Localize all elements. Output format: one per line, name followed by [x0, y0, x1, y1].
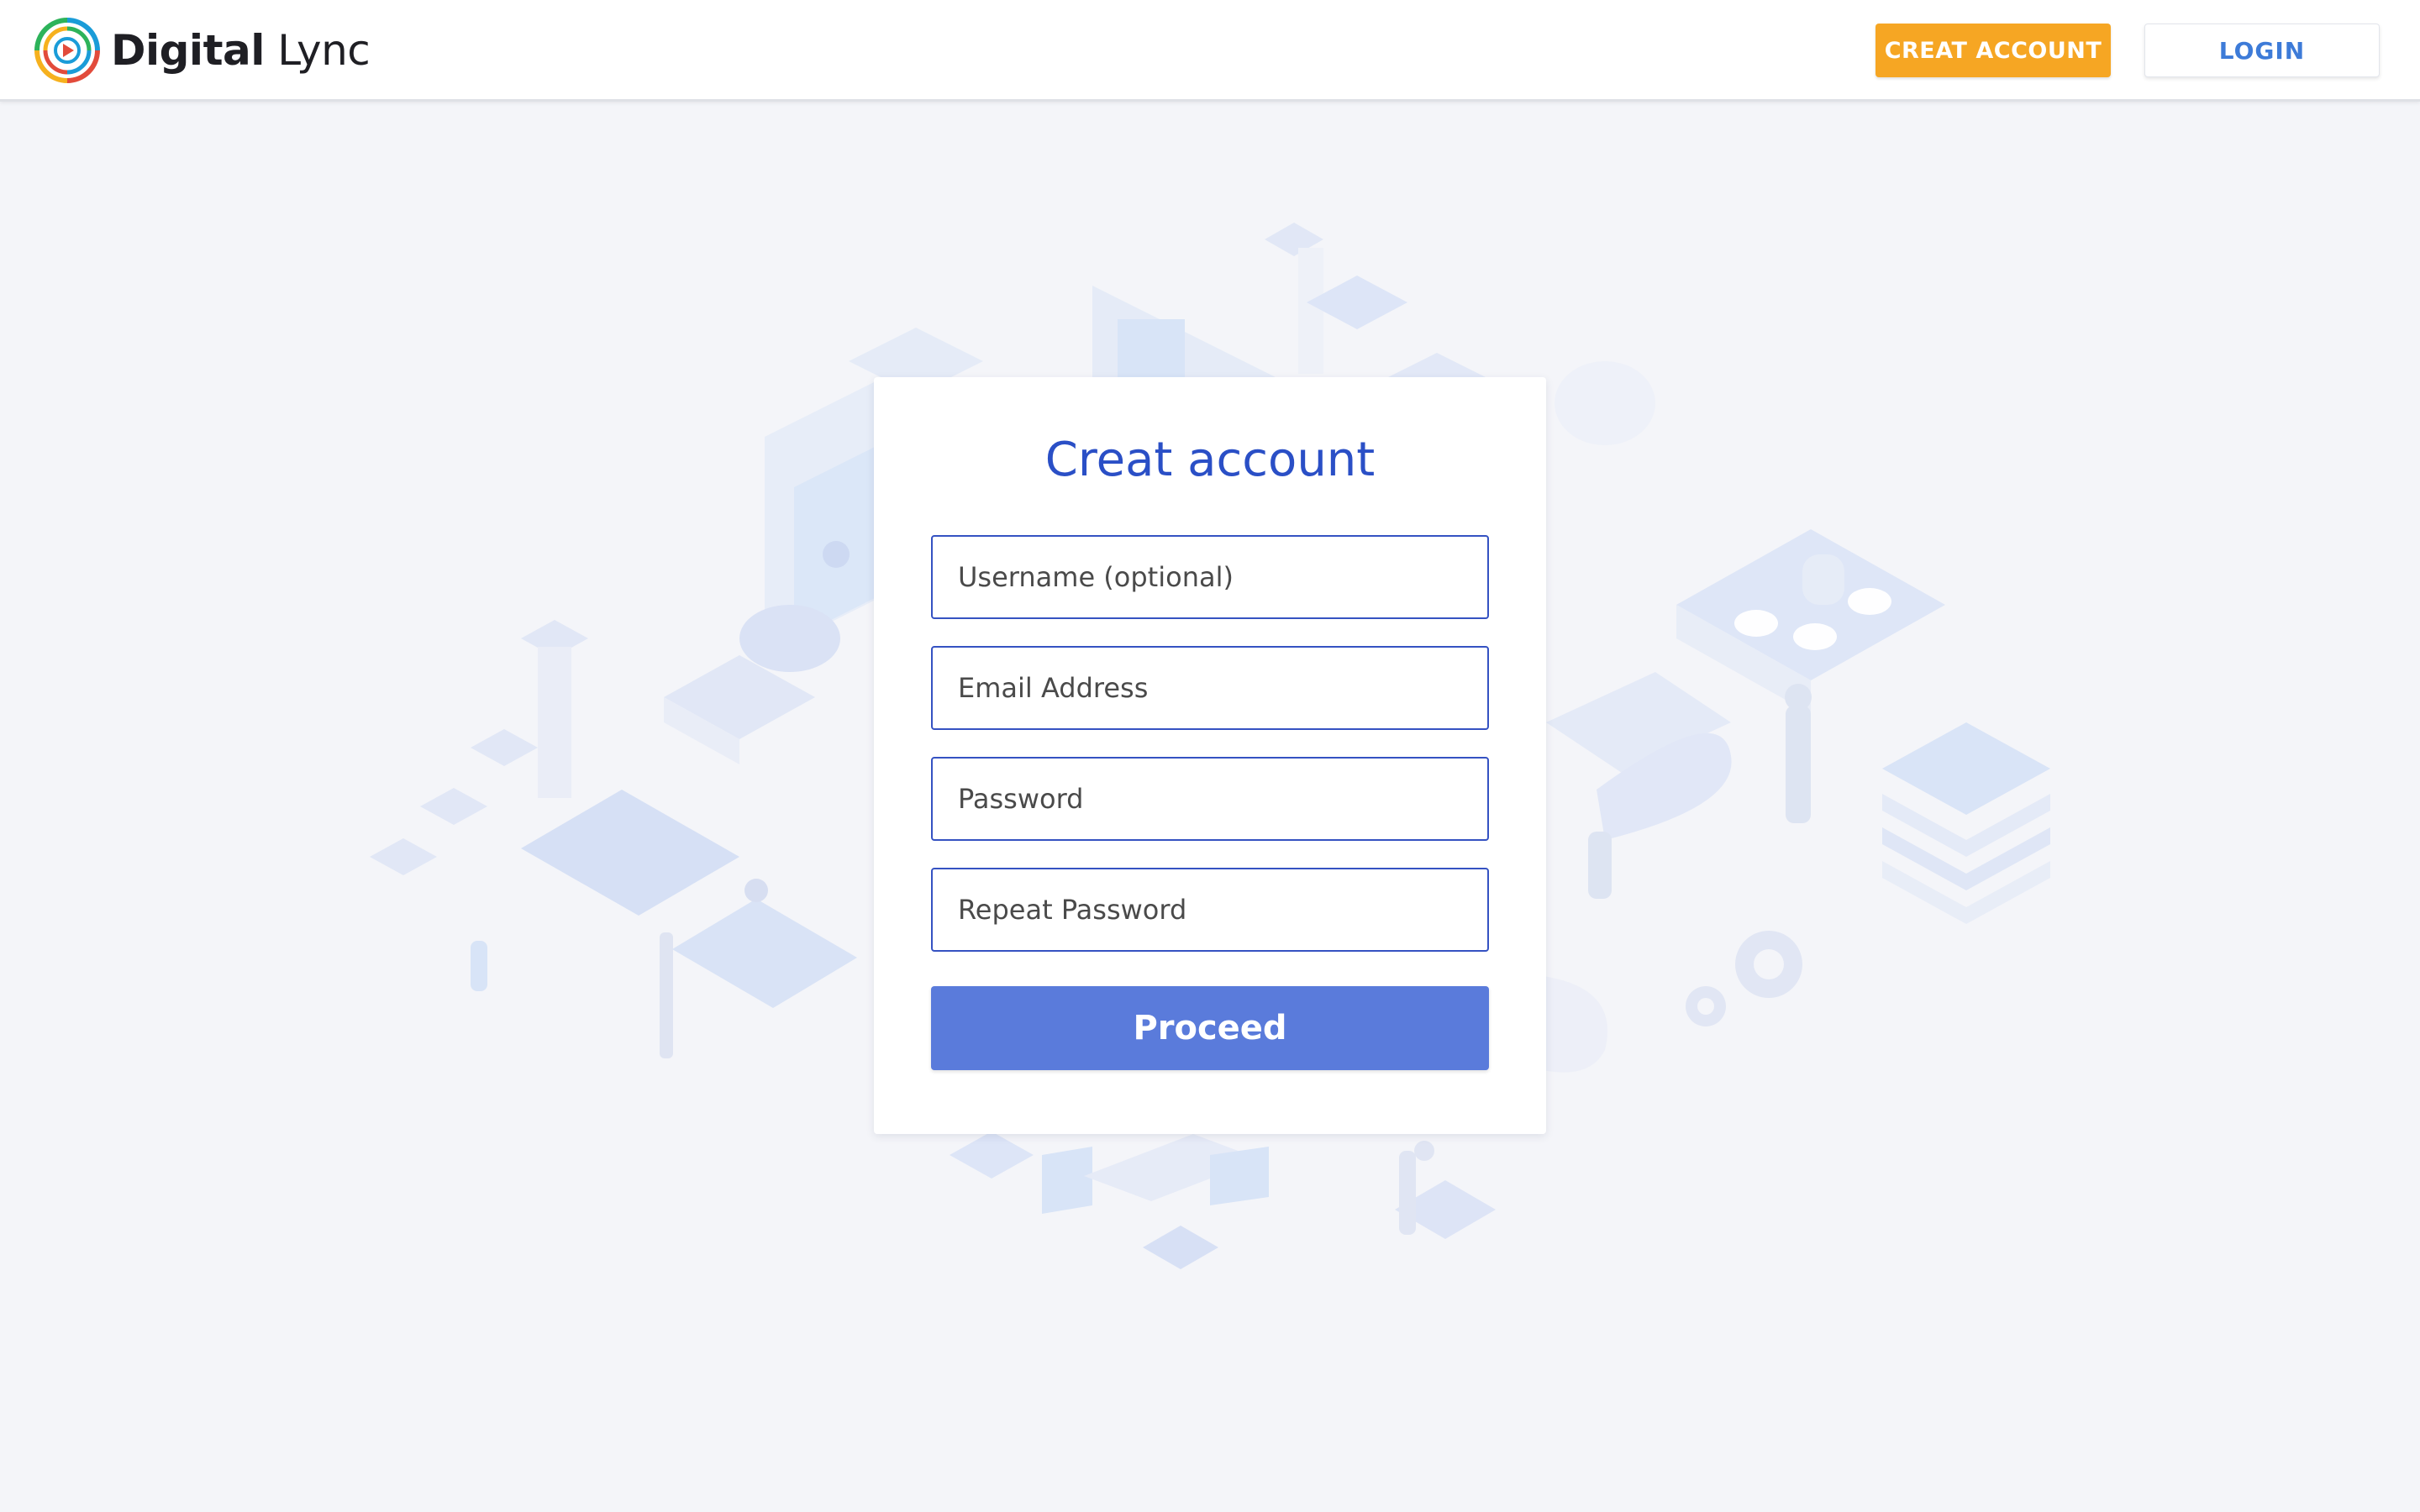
password-input[interactable] — [931, 757, 1489, 841]
username-input[interactable] — [931, 535, 1489, 619]
login-button[interactable]: LOGIN — [2144, 24, 2380, 77]
repeat-password-input[interactable] — [931, 868, 1489, 952]
proceed-button[interactable]: Proceed — [931, 986, 1489, 1070]
create-account-card: Creat account Proceed — [874, 377, 1546, 1134]
email-input[interactable] — [931, 646, 1489, 730]
brand-name: Digital Lync — [111, 26, 371, 75]
digital-lync-logo-icon — [34, 18, 100, 83]
brand-logo[interactable]: Digital Lync — [32, 15, 371, 86]
top-navbar: Digital Lync CREAT ACCOUNT LOGIN — [0, 0, 2420, 102]
create-account-button[interactable]: CREAT ACCOUNT — [1876, 24, 2111, 77]
form-title: Creat account — [1044, 433, 1376, 487]
